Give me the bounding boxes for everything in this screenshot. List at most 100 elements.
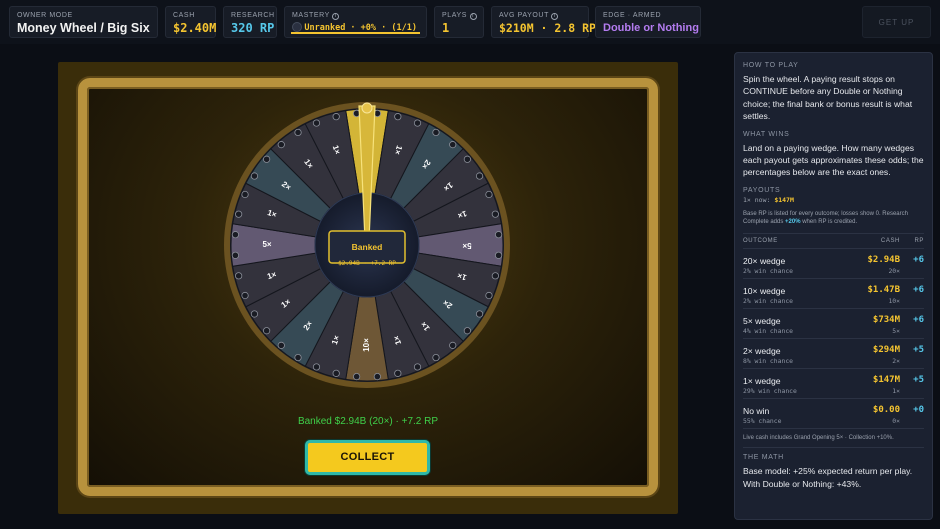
wheel-segment-label: 5× bbox=[262, 240, 271, 249]
rank-badge-icon bbox=[292, 22, 302, 32]
wheel-peg bbox=[250, 310, 259, 318]
owner-mode-label: OWNER MODE bbox=[17, 12, 73, 19]
wheel-peg bbox=[312, 119, 321, 127]
top-bar: OWNER MODE Money Wheel / Big Six CASH $2… bbox=[0, 0, 940, 44]
cash-stat: CASH $2.40M bbox=[165, 6, 216, 38]
wheel-peg bbox=[263, 327, 271, 335]
money-wheel: 20×1×2×1×1×5×1×2×1×1×10×1×2×1×1×5×1×2×1×… bbox=[224, 102, 510, 388]
collect-button[interactable]: COLLECT bbox=[305, 440, 430, 475]
info-icon[interactable]: i bbox=[332, 13, 340, 20]
edge-label: EDGE · ARMED bbox=[603, 12, 662, 19]
wheel-peg bbox=[485, 190, 493, 199]
outcome-name: 1× wedge bbox=[743, 375, 781, 386]
outcome-name: 10× wedge bbox=[743, 285, 786, 296]
edge-stat: EDGE · ARMED Double or Nothing bbox=[595, 6, 701, 38]
col-outcome: OUTCOME bbox=[743, 237, 778, 244]
outcome-multiplier: 20× bbox=[888, 266, 900, 275]
wheel-peg bbox=[277, 341, 285, 349]
wheel-peg bbox=[475, 172, 484, 180]
research-label: RESEARCH bbox=[231, 12, 275, 19]
get-up-button[interactable]: GET UP bbox=[862, 6, 931, 38]
outcome-name: 20× wedge bbox=[743, 255, 786, 266]
wheel-peg bbox=[241, 291, 249, 300]
outcome-rp: +5 bbox=[913, 344, 924, 355]
wheel-peg bbox=[312, 363, 321, 371]
wheel-peg bbox=[250, 172, 259, 180]
wheel-peg bbox=[235, 272, 243, 280]
outcome-multiplier: 1× bbox=[892, 386, 900, 395]
info-panel[interactable]: HOW TO PLAY Spin the wheel. A paying res… bbox=[734, 52, 933, 520]
wheel-peg bbox=[485, 291, 493, 300]
cash-label: CASH bbox=[173, 12, 195, 19]
research-value: 320 RP bbox=[231, 21, 275, 35]
payout-row: 5× wedge 4% win chance $734M 5× +6 bbox=[743, 309, 924, 339]
math-heading: THE MATH bbox=[743, 454, 784, 462]
wheel-peg bbox=[463, 327, 471, 335]
live-cash-note: Live cash includes Grand Opening 5× · Co… bbox=[743, 434, 894, 441]
outcome-multiplier: 5× bbox=[892, 326, 900, 335]
mastery-progress-track bbox=[291, 32, 420, 34]
outcome-cash: $734M bbox=[872, 314, 900, 325]
outcome-cash: $0.00 bbox=[872, 404, 900, 415]
wheel-peg bbox=[463, 155, 471, 163]
result-text: Banked $2.94B (20×) · +7.2 RP bbox=[297, 416, 439, 427]
info-icon[interactable]: i bbox=[551, 13, 559, 20]
wheel-peg bbox=[494, 231, 503, 239]
wheel-segment-label: 10× bbox=[362, 338, 371, 352]
outcome-chance: 8% win chance bbox=[743, 356, 794, 365]
outcome-cash: $147M bbox=[872, 374, 900, 385]
wheel-peg bbox=[235, 210, 243, 218]
payouts-note: Base RP is listed for every outcome; los… bbox=[743, 210, 908, 226]
what-wins-text: Land on a paying wedge. How many wedges … bbox=[743, 142, 924, 178]
outcome-rp: +5 bbox=[913, 374, 924, 385]
info-icon[interactable]: i bbox=[469, 13, 477, 20]
outcome-rp: +6 bbox=[913, 284, 924, 295]
payout-row: No win 55% chance $0.00 0× +0 bbox=[743, 399, 924, 429]
wheel-peg bbox=[241, 190, 249, 199]
wheel-peg bbox=[277, 141, 285, 149]
col-rp: RP bbox=[914, 237, 924, 244]
wheel-peg bbox=[394, 113, 402, 121]
outcome-multiplier: 2× bbox=[892, 356, 900, 365]
math-text: Base model: +25% expected return per pla… bbox=[743, 466, 913, 489]
avg-payout-label: AVG PAYOUT bbox=[499, 12, 549, 19]
wheel-peg bbox=[373, 372, 381, 381]
wheel-peg bbox=[353, 372, 361, 381]
plays-stat: PLAYS i 1 bbox=[434, 6, 484, 38]
avg-payout-stat: AVG PAYOUT i $210M · 2.8 RP bbox=[491, 6, 596, 38]
plays-value: 1 bbox=[442, 21, 450, 35]
wheel-peg bbox=[432, 128, 440, 137]
payout-table-header: OUTCOME CASH RP bbox=[743, 234, 924, 249]
wheel-peg bbox=[491, 272, 499, 280]
wheel-peg bbox=[332, 113, 340, 121]
outcome-chance: 2% win chance bbox=[743, 296, 794, 305]
wheel-peg bbox=[491, 210, 499, 218]
wheel-peg bbox=[294, 353, 302, 362]
outcome-name: No win bbox=[743, 405, 770, 416]
outcome-chance: 29% win chance bbox=[743, 386, 797, 395]
mastery-label: MASTERY bbox=[292, 12, 330, 19]
outcome-chance: 55% chance bbox=[743, 416, 782, 425]
payout-row: 1× wedge 29% win chance $147M 1× +5 bbox=[743, 369, 924, 399]
how-to-play-text: Spin the wheel. A paying result stops on… bbox=[743, 74, 913, 122]
what-wins-heading: WHAT WINS bbox=[743, 130, 790, 138]
col-cash: CASH bbox=[880, 237, 900, 244]
game-title: Money Wheel / Big Six bbox=[17, 21, 150, 35]
mastery-stat[interactable]: MASTERY i Unranked · +0% · (1/1) bbox=[284, 6, 427, 38]
wheel-segment-label: 5× bbox=[462, 241, 471, 250]
outcome-multiplier: 10× bbox=[888, 296, 900, 305]
wheel-peg bbox=[332, 369, 340, 377]
banked-title: Banked bbox=[352, 242, 383, 252]
wheel-peg bbox=[231, 251, 240, 259]
wheel-peg bbox=[263, 155, 271, 163]
banked-detail: $2.94B · +7.2 RP bbox=[338, 260, 396, 267]
research-stat: RESEARCH 320 RP bbox=[223, 6, 277, 38]
payout-table: OUTCOME CASH RP 20× wedge 2% win chance $2… bbox=[743, 232, 924, 429]
edge-value: Double or Nothing bbox=[603, 22, 699, 34]
mastery-progress-fill bbox=[291, 32, 420, 34]
outcome-cash: $294M bbox=[872, 344, 900, 355]
wheel-peg bbox=[394, 369, 402, 377]
outcome-rp: +6 bbox=[913, 314, 924, 325]
plays-label: PLAYS bbox=[442, 12, 468, 19]
avg-payout-value: $210M · 2.8 RP bbox=[499, 21, 596, 35]
